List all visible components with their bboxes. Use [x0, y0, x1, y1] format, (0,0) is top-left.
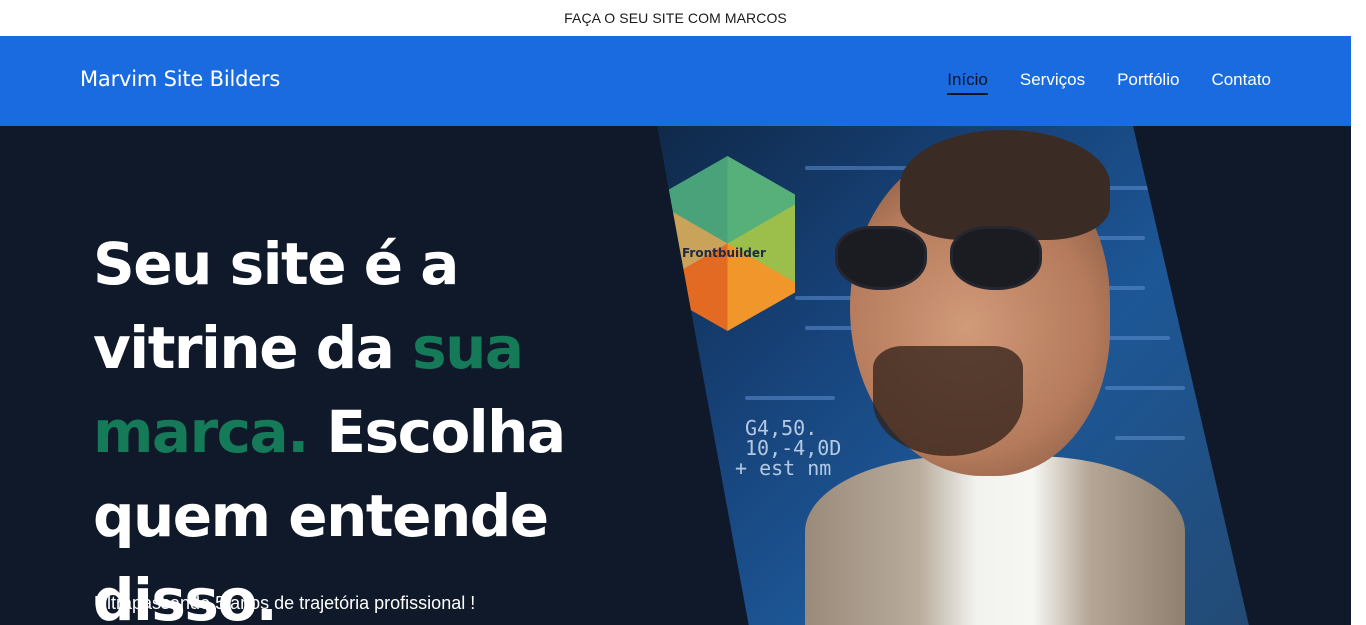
hero-title-part1: Seu site é a vitrine da [93, 230, 459, 382]
sunglasses-icon [835, 226, 1065, 296]
nav-link-portfolio[interactable]: Portfólio [1117, 70, 1179, 93]
announcement-bar: FAÇA O SEU SITE COM MARCOS [0, 0, 1351, 36]
hero-section: Seu site é a vitrine da sua marca. Escol… [0, 126, 1351, 625]
hero-portrait-image: G4,50. 10,-4,0D + est nm Frontbuilder [657, 126, 1249, 625]
person-beard [873, 346, 1023, 456]
announcement-text: FAÇA O SEU SITE COM MARCOS [564, 10, 787, 26]
primary-nav: Início Serviços Portfólio Contato [947, 70, 1271, 95]
hero-subtitle: Ultrapassando 5 anos de trajetória profi… [94, 593, 476, 613]
person-hair [900, 130, 1110, 240]
main-navbar: Marvim Site Bilders Início Serviços Port… [0, 36, 1351, 126]
person-shirt [805, 456, 1185, 625]
nav-link-inicio[interactable]: Início [947, 70, 988, 95]
nav-link-contato[interactable]: Contato [1211, 70, 1271, 93]
site-brand[interactable]: Marvim Site Bilders [80, 67, 280, 91]
code-snippet-3: + est nm [735, 456, 832, 480]
nav-link-servicos[interactable]: Serviços [1020, 70, 1085, 93]
hero-title: Seu site é a vitrine da sua marca. Escol… [93, 222, 653, 625]
polyhedron-label: Frontbuilder [682, 246, 766, 260]
